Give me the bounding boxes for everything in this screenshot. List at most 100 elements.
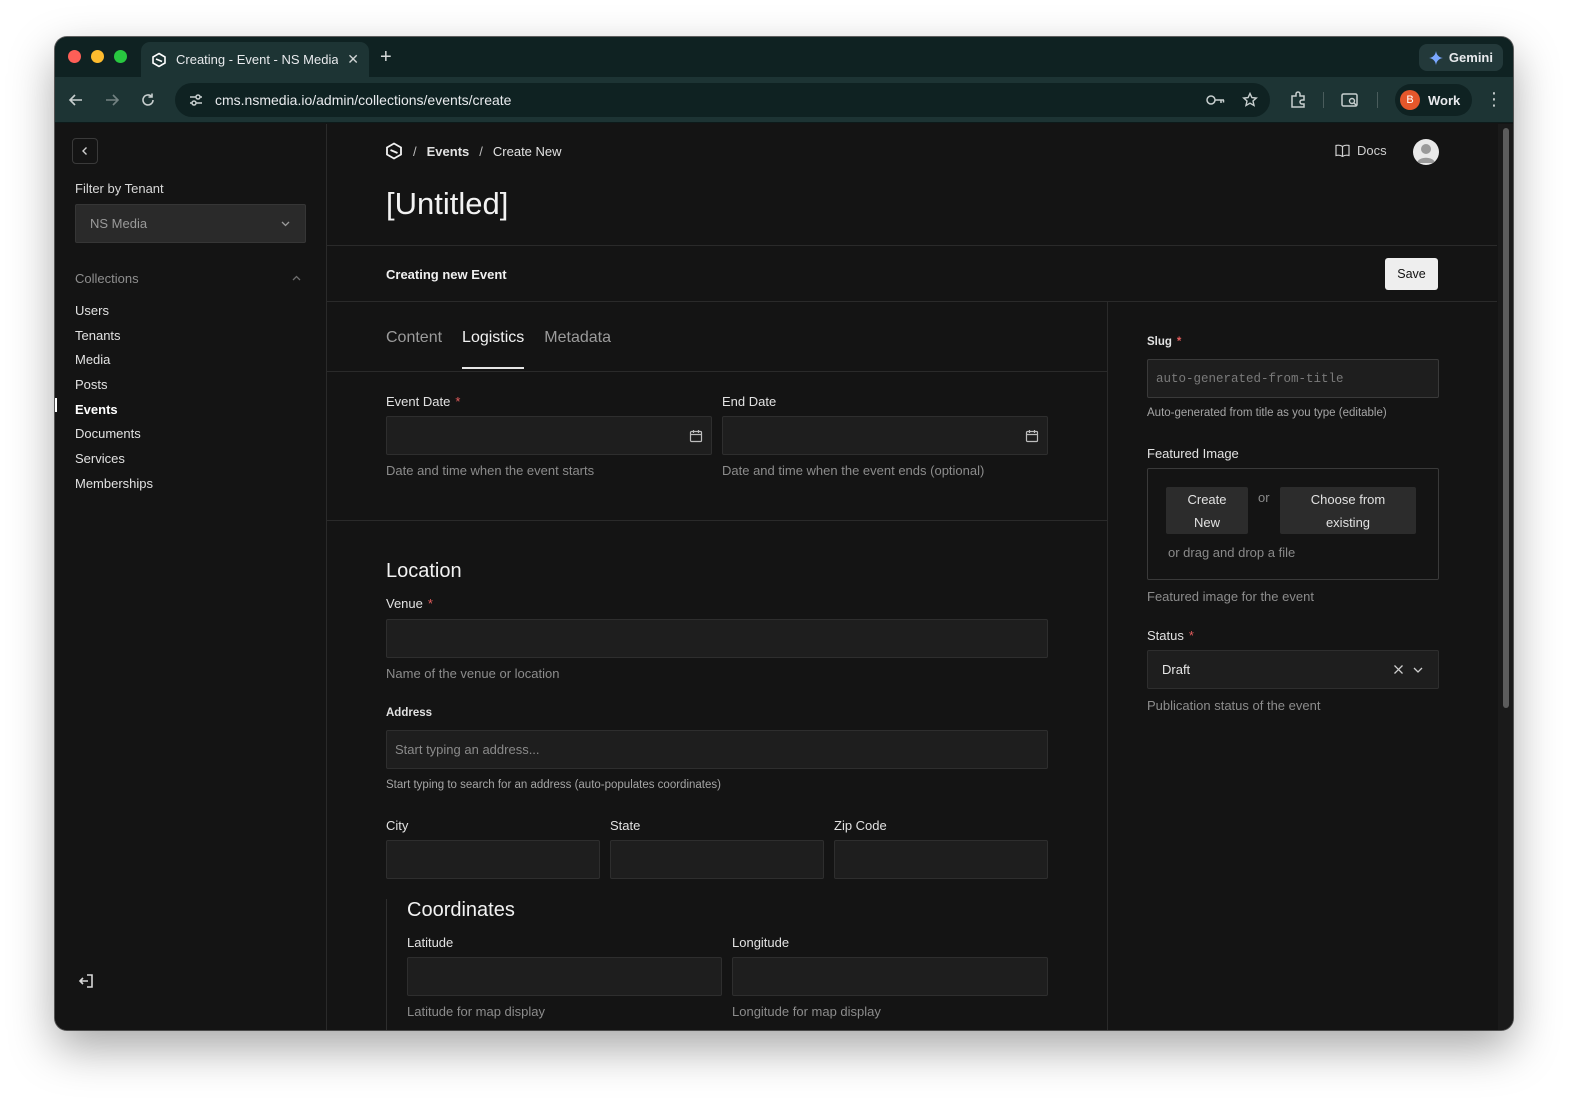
calendar-icon[interactable] <box>1025 429 1039 443</box>
home-logo-icon[interactable] <box>385 142 403 160</box>
header-divider <box>327 245 1497 246</box>
latitude-input[interactable] <box>407 957 722 996</box>
address-bar[interactable]: cms.nsmedia.io/admin/collections/events/… <box>175 83 1270 117</box>
calendar-icon[interactable] <box>689 429 703 443</box>
chevron-down-icon[interactable] <box>1412 664 1424 676</box>
sidebar-item-events[interactable]: Events <box>75 397 153 422</box>
logout-icon[interactable] <box>77 972 95 990</box>
coordinates-heading: Coordinates <box>407 899 515 921</box>
latitude-label: Latitude <box>407 935 454 950</box>
gemini-button[interactable]: Gemini <box>1418 44 1503 71</box>
user-avatar[interactable] <box>1413 139 1439 165</box>
coordinates-group-border <box>386 899 387 1030</box>
toolbar-separator <box>1377 92 1378 108</box>
gemini-label: Gemini <box>1448 50 1493 65</box>
required-asterisk: * <box>455 394 461 409</box>
close-window-button[interactable] <box>68 50 81 63</box>
end-date-picker[interactable] <box>722 416 1048 455</box>
collections-group-toggle[interactable]: Collections <box>75 271 302 286</box>
browser-tab-active[interactable]: Creating - Event - NS Media C ✕ <box>141 42 369 77</box>
collapse-sidebar-button[interactable] <box>72 138 98 164</box>
end-date-label: End Date <box>722 394 777 409</box>
city-input[interactable] <box>386 840 600 879</box>
save-button[interactable]: Save <box>1385 258 1438 290</box>
browser-menu-icon[interactable]: ⋮ <box>1485 89 1503 109</box>
featured-image-upload[interactable]: Create New or Choose from existing or drag… <box>1147 468 1439 580</box>
sidebar-item-users[interactable]: Users <box>75 298 153 323</box>
status-help: Publication status of the event <box>1147 698 1321 713</box>
extensions-puzzle-icon[interactable] <box>1288 90 1308 110</box>
event-date-help: Date and time when the event starts <box>386 463 595 478</box>
reload-icon[interactable] <box>137 89 159 111</box>
minimize-window-button[interactable] <box>91 50 104 63</box>
site-settings-icon[interactable] <box>187 91 205 109</box>
breadcrumb-separator: / <box>479 143 483 159</box>
tenant-select-value: NS Media <box>90 216 148 231</box>
browser-titlebar: Creating - Event - NS Media C ✕ + Gemini <box>55 37 1513 77</box>
breadcrumb-events-link[interactable]: Events <box>427 144 470 159</box>
tab-content[interactable]: Content <box>386 329 442 361</box>
password-key-icon[interactable] <box>1206 93 1226 107</box>
state-input[interactable] <box>610 840 824 879</box>
required-asterisk: * <box>1188 628 1194 643</box>
chevron-down-icon <box>281 221 290 227</box>
sidebar-item-tenants[interactable]: Tenants <box>75 323 153 348</box>
or-separator: or <box>1258 490 1270 505</box>
cms-page: Filter by Tenant NS Media Collections Us… <box>55 124 1513 1030</box>
sidebar-item-services[interactable]: Services <box>75 446 153 471</box>
book-icon <box>1335 144 1350 157</box>
main-content: / Events / Create New Docs [Untitled] Cr… <box>327 124 1497 1030</box>
collections-heading: Collections <box>75 271 139 286</box>
sidebar-item-posts[interactable]: Posts <box>75 372 153 397</box>
create-new-image-button[interactable]: Create New <box>1166 487 1248 534</box>
slug-help: Auto-generated from title as you type (e… <box>1147 407 1387 419</box>
address-input[interactable]: Start typing an address... <box>386 730 1048 769</box>
sidebar-item-documents[interactable]: Documents <box>75 421 153 446</box>
filter-by-tenant-label: Filter by Tenant <box>75 181 164 196</box>
venue-input[interactable] <box>386 619 1048 658</box>
tenant-select[interactable]: NS Media <box>75 204 306 243</box>
sidebar-item-media[interactable]: Media <box>75 347 153 372</box>
profile-label: Work <box>1428 92 1461 108</box>
required-asterisk: * <box>1176 336 1182 348</box>
creating-status-label: Creating new Event <box>386 267 507 282</box>
sidebar-item-memberships[interactable]: Memberships <box>75 471 153 496</box>
tabs-divider <box>327 371 1107 372</box>
end-date-help: Date and time when the event ends (optio… <box>722 463 985 478</box>
longitude-input[interactable] <box>732 957 1048 996</box>
url-text: cms.nsmedia.io/admin/collections/events/… <box>215 92 512 108</box>
event-date-picker[interactable] <box>386 416 712 455</box>
venue-label: Venue * <box>386 596 433 611</box>
clear-selection-icon[interactable] <box>1393 664 1404 675</box>
tab-title: Creating - Event - NS Media C <box>176 52 339 67</box>
back-arrow-icon[interactable] <box>65 89 87 111</box>
tab-search-icon[interactable] <box>1340 90 1360 110</box>
city-label: City <box>386 818 409 833</box>
profile-button[interactable]: B Work <box>1395 84 1473 116</box>
new-tab-button[interactable]: + <box>380 45 392 69</box>
browser-toolbar: cms.nsmedia.io/admin/collections/events/… <box>55 77 1513 123</box>
status-select[interactable]: Draft <box>1147 650 1439 689</box>
event-date-label: Event Date * <box>386 394 461 409</box>
tab-metadata[interactable]: Metadata <box>544 329 611 361</box>
breadcrumb-separator: / <box>413 143 417 159</box>
scrollbar-thumb[interactable] <box>1503 128 1509 708</box>
slug-input[interactable]: auto-generated-from-title <box>1147 359 1439 398</box>
docs-label: Docs <box>1357 143 1387 158</box>
breadcrumb-current: Create New <box>492 143 562 159</box>
location-heading: Location <box>386 560 462 582</box>
zip-code-label: Zip Code <box>834 818 887 833</box>
longitude-label: Longitude <box>732 935 790 950</box>
zip-code-input[interactable] <box>834 840 1048 879</box>
latitude-help: Latitude for map display <box>407 1004 546 1019</box>
tab-logistics[interactable]: Logistics <box>462 329 525 369</box>
state-label: State <box>610 818 641 833</box>
tab-close-icon[interactable]: ✕ <box>347 51 359 68</box>
docs-link[interactable]: Docs <box>1335 143 1387 158</box>
choose-existing-image-button[interactable]: Choose from existing <box>1280 487 1416 534</box>
page-scrollbar[interactable] <box>1498 124 1513 1030</box>
maximize-window-button[interactable] <box>114 50 127 63</box>
forward-arrow-icon[interactable] <box>101 89 123 111</box>
status-value: Draft <box>1162 662 1191 677</box>
bookmark-star-icon[interactable] <box>1242 92 1258 108</box>
